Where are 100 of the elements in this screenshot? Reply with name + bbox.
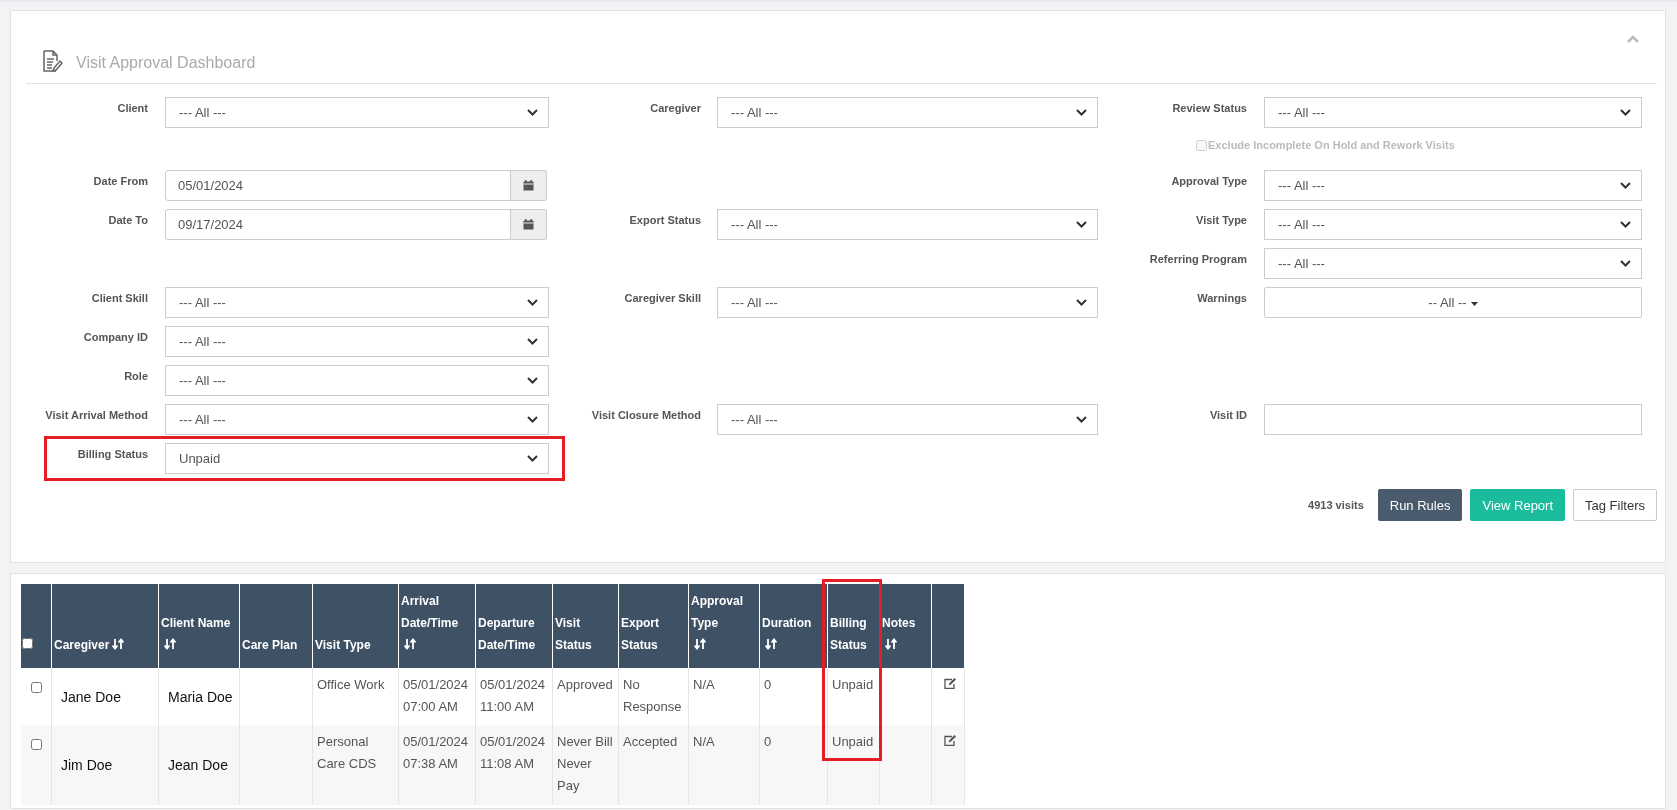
- table-cell: Accepted: [623, 734, 678, 749]
- select-field[interactable]: --- All ---: [1264, 170, 1642, 201]
- table-cell: No Response: [623, 677, 682, 714]
- action-button[interactable]: Tag Filters: [1573, 489, 1657, 521]
- table-cell: N/A: [693, 734, 715, 749]
- column-header[interactable]: Client Name: [161, 612, 231, 634]
- field-label: Visit Closure Method: [591, 409, 701, 421]
- column-header[interactable]: Care Plan: [242, 634, 298, 656]
- dashboard-title: Visit Approval Dashboard: [76, 54, 256, 72]
- select-field[interactable]: --- All ---: [717, 97, 1098, 128]
- select-field[interactable]: --- All ---: [1264, 209, 1642, 240]
- text-field[interactable]: [1264, 404, 1642, 435]
- sort-icon[interactable]: [112, 638, 125, 650]
- dropdown-button[interactable]: -- All --: [1264, 287, 1642, 318]
- edit-icon[interactable]: [944, 735, 956, 746]
- column-header[interactable]: Visit Status: [555, 612, 616, 656]
- field-label: Client: [117, 102, 148, 114]
- table-cell: 05/01/2024 11:00 AM: [480, 677, 546, 714]
- select-field[interactable]: --- All ---: [165, 326, 549, 357]
- column-header[interactable]: Departure Date/Time: [478, 612, 550, 656]
- table-cell: Approved: [557, 677, 613, 692]
- field-label: Role: [124, 370, 148, 382]
- table-cell: 0: [764, 677, 772, 692]
- action-button[interactable]: Run Rules: [1377, 489, 1463, 521]
- select-field[interactable]: --- All ---: [165, 97, 549, 128]
- field-label: Billing Status: [77, 448, 148, 460]
- select-field[interactable]: Unpaid: [165, 443, 549, 474]
- chevron-down-icon: [1076, 416, 1087, 423]
- date-field[interactable]: 09/17/2024: [165, 209, 511, 240]
- select-field[interactable]: --- All ---: [717, 404, 1098, 435]
- table-cell: Personal Care CDS: [317, 734, 377, 771]
- select-field[interactable]: --- All ---: [717, 209, 1098, 240]
- chevron-down-icon: [1076, 221, 1087, 228]
- column-header[interactable]: Approval Type: [691, 590, 757, 634]
- sort-icon[interactable]: [164, 638, 176, 650]
- select-field[interactable]: --- All ---: [1264, 97, 1642, 128]
- select-field[interactable]: --- All ---: [165, 404, 549, 435]
- person-name: Jean Doe: [168, 757, 228, 773]
- column-header[interactable]: Notes: [882, 612, 916, 634]
- field-label: Client Skill: [91, 292, 148, 304]
- select-field[interactable]: --- All ---: [165, 365, 549, 396]
- date-field[interactable]: 05/01/2024: [165, 170, 511, 201]
- field-label: Export Status: [629, 214, 701, 226]
- field-label: Company ID: [83, 331, 148, 343]
- chevron-down-icon: [1076, 299, 1087, 306]
- checkbox-label: Exclude Incomplete On Hold and Rework Visits: [1208, 139, 1455, 151]
- field-label: Approval Type: [1171, 175, 1247, 187]
- field-label: Review Status: [1172, 102, 1247, 114]
- field-label: Date To: [108, 214, 148, 226]
- chevron-down-icon: [527, 377, 538, 384]
- column-header[interactable]: Arrival Date/Time: [401, 590, 473, 634]
- chevron-down-icon: [527, 416, 538, 423]
- caret-icon: [1470, 301, 1478, 306]
- sort-icon[interactable]: [885, 638, 897, 650]
- field-label: Visit Type: [1196, 214, 1247, 226]
- chevron-down-icon: [527, 109, 538, 116]
- table-cell: Never Bill Never Pay: [557, 734, 613, 793]
- chevron-down-icon: [1620, 221, 1631, 228]
- column-header[interactable]: Export Status: [621, 612, 686, 656]
- column-header[interactable]: Visit Type: [315, 634, 371, 656]
- table-cell: Unpaid: [832, 734, 874, 749]
- calendar-icon: [523, 180, 534, 191]
- table-cell: Office Work: [317, 677, 385, 692]
- select-field[interactable]: --- All ---: [717, 287, 1098, 318]
- sort-icon[interactable]: [694, 638, 706, 650]
- calendar-button[interactable]: [511, 209, 547, 240]
- table-cell: 05/01/2024 11:08 AM: [480, 734, 546, 771]
- chevron-down-icon: [1620, 260, 1631, 267]
- column-header[interactable]: Billing Status: [830, 612, 877, 656]
- person-name: Jane Doe: [61, 688, 121, 705]
- calendar-icon: [523, 219, 534, 230]
- table-cell: Unpaid: [832, 677, 874, 692]
- chevron-down-icon: [527, 338, 538, 345]
- select-all-checkbox[interactable]: [22, 638, 33, 649]
- person-name: Maria Doe: [168, 688, 233, 705]
- person-name: Jim Doe: [61, 757, 113, 773]
- chevron-down-icon: [527, 455, 538, 462]
- table-cell: 05/01/2024 07:38 AM: [403, 734, 469, 771]
- row-checkbox[interactable]: [31, 739, 42, 750]
- sort-icon[interactable]: [765, 638, 777, 650]
- visit-count: 4913 visits: [1308, 499, 1364, 511]
- field-label: Visit Arrival Method: [45, 409, 148, 421]
- chevron-down-icon: [1620, 109, 1631, 116]
- field-label: Caregiver Skill: [624, 292, 701, 304]
- chevron-down-icon: [1620, 182, 1631, 189]
- row-checkbox[interactable]: [31, 682, 42, 693]
- column-header[interactable]: Caregiver: [54, 634, 110, 656]
- select-field[interactable]: --- All ---: [165, 287, 549, 318]
- calendar-button[interactable]: [511, 170, 547, 201]
- table-cell: 0: [764, 734, 772, 749]
- table-cell: N/A: [693, 677, 715, 692]
- field-label: Date From: [93, 175, 148, 187]
- edit-icon[interactable]: [944, 678, 956, 689]
- chevron-down-icon: [527, 299, 538, 306]
- sort-icon[interactable]: [404, 638, 416, 650]
- column-header[interactable]: Duration: [762, 612, 812, 634]
- field-label: Caregiver: [650, 102, 701, 114]
- select-field[interactable]: --- All ---: [1264, 248, 1642, 279]
- chevron-down-icon: [1076, 109, 1087, 116]
- field-label: Warnings: [1197, 292, 1247, 304]
